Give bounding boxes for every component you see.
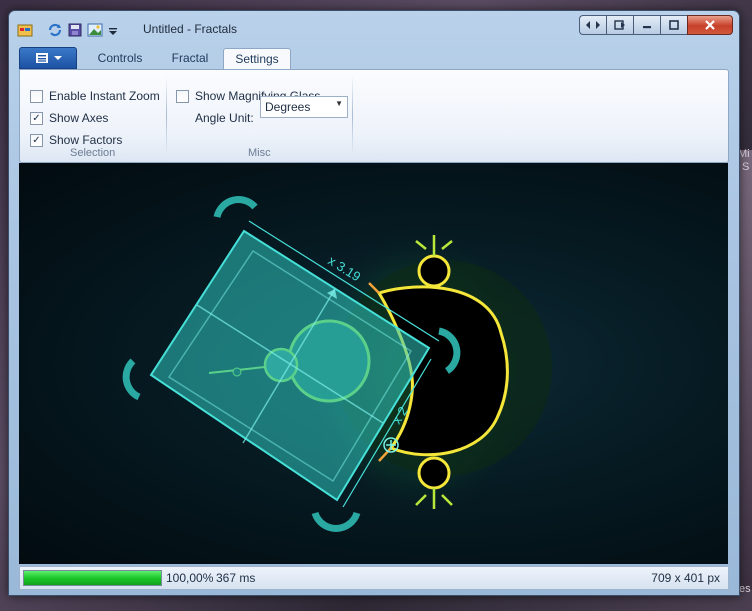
angle-unit-label: Angle Unit: — [195, 111, 254, 125]
chevron-down-icon: ▼ — [335, 99, 343, 108]
show-magnifying-glass-checkbox[interactable] — [176, 89, 189, 103]
status-bar: 100,00% 367 ms 709 x 401 px — [19, 566, 729, 590]
minimize-icon[interactable] — [633, 15, 660, 35]
rotate-handle[interactable] — [213, 196, 258, 218]
ribbon-tab-row: Controls Fractal Settings — [19, 45, 727, 70]
title-bar[interactable]: Untitled - Fractals — [9, 11, 739, 41]
fractal-canvas[interactable]: x 3.19 x 2 — [19, 163, 728, 564]
angle-unit-select[interactable]: Degrees ▼ — [260, 96, 348, 118]
rotate-handle[interactable] — [122, 358, 141, 401]
tab-settings[interactable]: Settings — [223, 48, 291, 70]
group-separator — [166, 76, 167, 156]
show-axes-label: Show Axes — [49, 111, 109, 125]
misc-group-label: Misc — [248, 147, 271, 159]
show-axes-option[interactable]: ✓ Show Axes — [30, 111, 108, 125]
selection-group-label: Selection — [70, 147, 116, 159]
angle-unit-value: Degrees — [265, 100, 311, 114]
app-window: Untitled - Fractals Controls Fractal Set… — [8, 10, 740, 596]
dock-icon[interactable] — [606, 15, 633, 35]
window-title: Untitled - Fractals — [143, 22, 238, 36]
switch-panes-icon[interactable] — [579, 15, 606, 35]
quick-access-toolbar — [17, 22, 123, 38]
show-factors-label: Show Factors — [49, 133, 123, 147]
menu-icon — [35, 53, 48, 63]
tab-controls[interactable]: Controls — [83, 48, 157, 69]
show-factors-option[interactable]: ✓ Show Factors — [30, 133, 122, 147]
move-cursor-icon — [383, 437, 399, 453]
refresh-icon[interactable] — [47, 22, 63, 38]
image-size: 709 x 401 px — [651, 571, 720, 585]
image-icon[interactable] — [87, 22, 103, 38]
maximize-icon[interactable] — [660, 15, 687, 35]
dropdown-icon[interactable] — [107, 22, 123, 38]
show-axes-checkbox[interactable]: ✓ — [30, 111, 43, 125]
app-icon[interactable] — [17, 22, 33, 38]
close-icon[interactable] — [687, 15, 733, 35]
enable-instant-zoom-checkbox[interactable] — [30, 89, 43, 103]
group-separator — [352, 76, 353, 156]
save-icon[interactable] — [67, 22, 83, 38]
render-progress-bar — [23, 570, 162, 586]
desktop-label: es — [739, 583, 751, 595]
progress-fill — [24, 571, 161, 585]
enable-instant-zoom-label: Enable Instant Zoom — [49, 89, 160, 103]
chevron-down-icon — [53, 56, 62, 60]
tab-fractal[interactable]: Fractal — [157, 48, 223, 69]
desktop-label: S — [742, 161, 750, 173]
application-menu-button[interactable] — [19, 47, 77, 69]
show-factors-checkbox[interactable]: ✓ — [30, 133, 43, 147]
rotate-handle[interactable] — [311, 511, 361, 532]
ribbon-panel: Enable Instant Zoom ✓ Show Axes ✓ Show F… — [19, 69, 729, 163]
caption-buttons — [579, 15, 733, 35]
render-time: 367 ms — [216, 571, 256, 585]
progress-percent: 100,00% — [166, 571, 214, 585]
enable-instant-zoom-option[interactable]: Enable Instant Zoom — [30, 89, 160, 103]
